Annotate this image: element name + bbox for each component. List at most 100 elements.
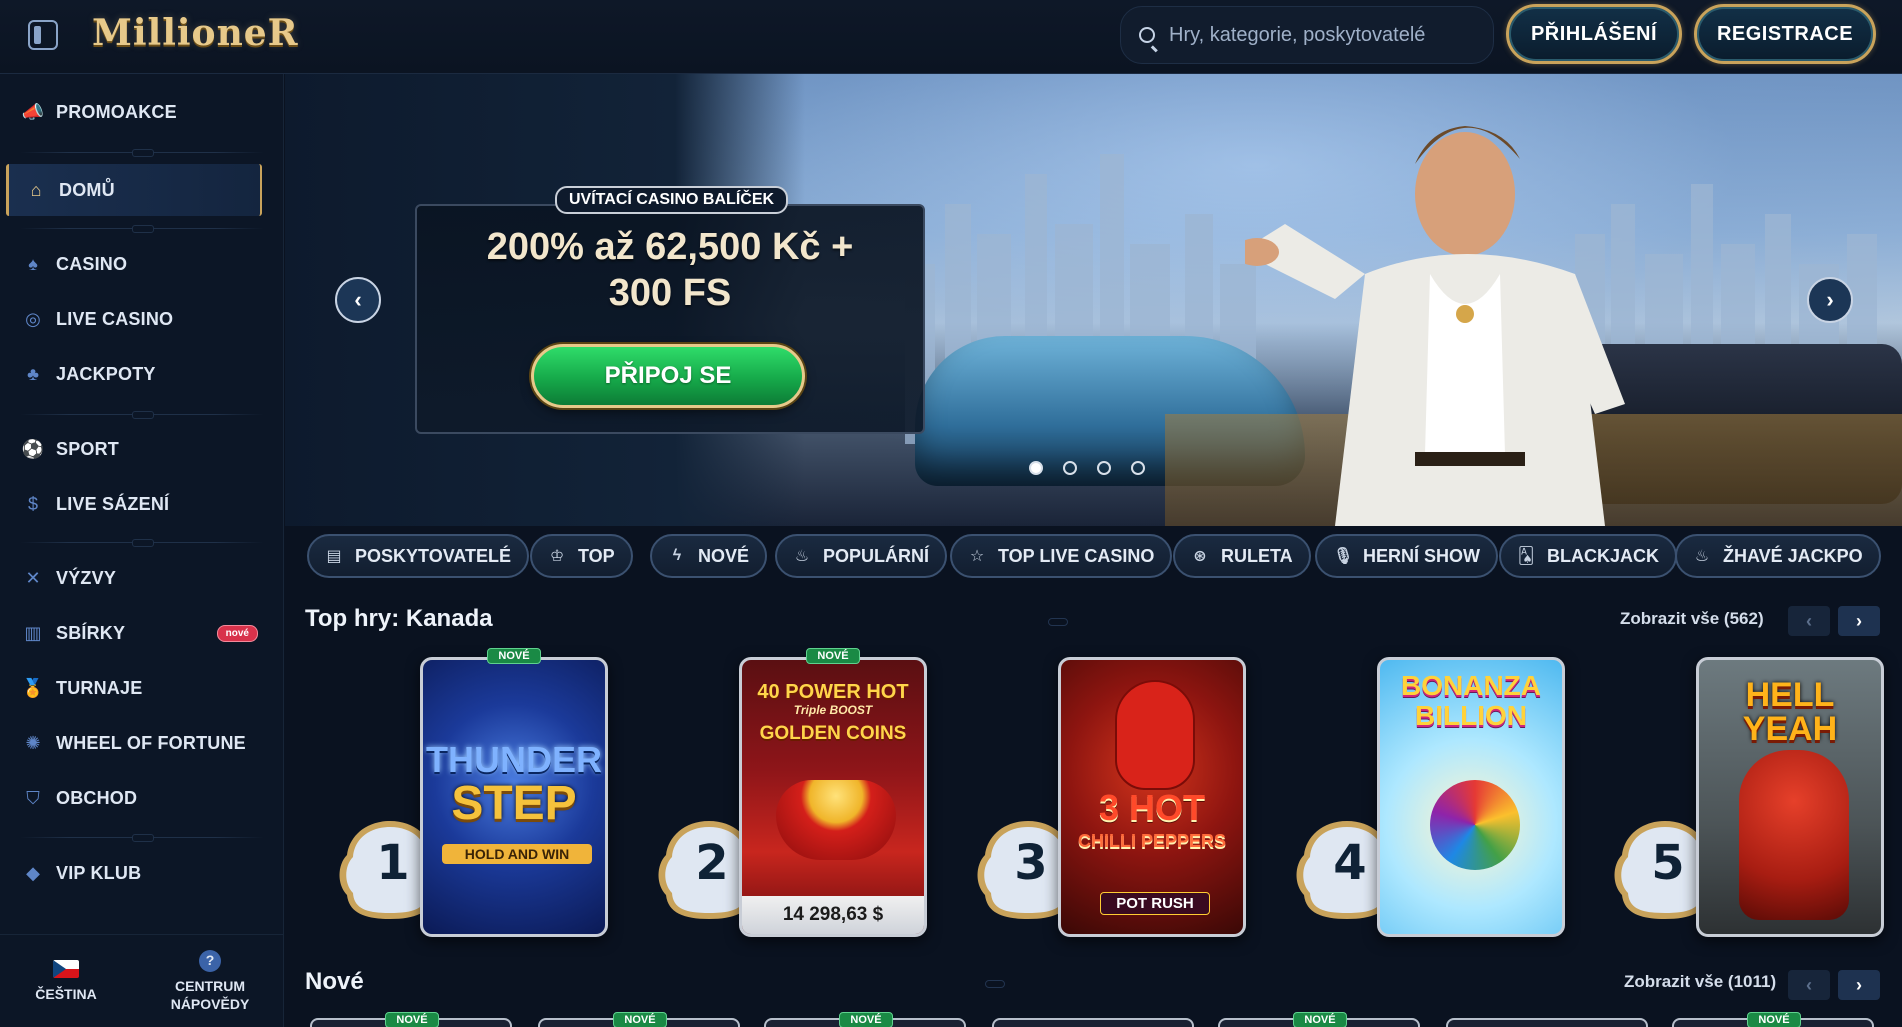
hero-prev-arrow-icon[interactable]: ‹ [335,277,381,323]
help-label-line2: NÁPOVĚDY [170,995,250,1012]
promo-title-line2: 300 FS [608,272,732,314]
hero-next-arrow-icon[interactable]: › [1807,277,1853,323]
game-title-line2: STEP [451,777,577,830]
new-tag: NOVÉ [1293,1012,1347,1027]
sidebar-item-vyzvy[interactable]: ✕ VÝZVY [22,552,262,604]
top-games-next-icon[interactable]: › [1838,606,1880,636]
slide-dot[interactable] [1097,461,1111,475]
top-bar: MillioneR PŘIHLÁŠENÍ REGISTRACE [0,0,1902,74]
sidebar-item-label: CASINO [56,253,128,274]
sidebar-item-casino[interactable]: ♠ CASINO [22,238,262,290]
category-label: POSKYTOVATELÉ [355,545,512,566]
promo-title: 200% až 62,500 Kč + 300 FS [415,224,925,316]
rank-number: 3 [1014,835,1048,891]
category-top-live-casino[interactable]: ☆ TOP LIVE CASINO [950,534,1173,578]
game-card-thunder-step[interactable]: THUNDER STEP HOLD AND WIN [420,657,608,937]
section-title-new-games: Nové [305,968,364,995]
sidebar-item-label: VÝZVY [56,567,117,588]
sidebar-item-sport[interactable]: ⚽ SPORT [22,423,262,475]
category-providers[interactable]: ▤ POSKYTOVATELÉ [307,534,530,578]
flame-icon: ♨ [794,548,810,565]
help-label-line1: CENTRUM [175,978,245,994]
category-top[interactable]: ♔ TOP [530,534,633,578]
game-card-3-hot-chilli-peppers[interactable]: 3 HOT CHILLI PEPPERS POT RUSH [1058,657,1246,937]
category-popular[interactable]: ♨ POPULÁRNÍ [775,534,948,578]
new-tag: NOVÉ [1747,1012,1801,1027]
game-title-line2: CHILLI PEPPERS [1077,831,1227,851]
sidebar-item-label: LIVE CASINO [56,308,174,329]
sidebar-item-obchod[interactable]: ⛉ OBCHOD [22,772,262,824]
category-label: HERNÍ SHOW [1363,545,1480,566]
game-title-line1: THUNDER [426,739,602,780]
game-card-bonanza-billion[interactable]: BONANZA BILLION [1377,657,1565,937]
candy-wheel-image [1430,780,1520,870]
soccer-ball-icon: ⚽ [21,439,45,459]
sidebar-item-domu[interactable]: ⌂ DOMŮ [6,164,262,216]
search-box[interactable] [1120,6,1494,64]
game-card-hell-yeah[interactable]: HELL YEAH [1696,657,1884,937]
sidebar-item-wheel-of-fortune[interactable]: ✺ WHEEL OF FORTUNE [22,717,262,769]
sidebar-item-vip-klub[interactable]: ◆ VIP KLUB [22,847,262,899]
game-title-line1: BONANZA [1401,670,1541,701]
new-games-prev-icon[interactable]: ‹ [1788,970,1830,1000]
language-label: ČEŠTINA [35,985,97,1002]
category-label: RULETA [1221,545,1293,566]
new-tag: NOVÉ [487,648,541,664]
game-title-line1: HELL YEAH [1742,676,1838,748]
category-blackjack[interactable]: 🂡 BLACKJACK [1499,534,1677,578]
category-label: TOP LIVE CASINO [998,545,1155,566]
sidebar-divider [20,225,264,233]
microphone-icon: 🎙 [1333,548,1354,565]
game-card-40-power-hot[interactable]: 40 POWER HOT Triple BOOST GOLDEN COINS 1… [739,657,927,937]
search-icon [1139,27,1155,43]
slide-dot[interactable] [1063,461,1077,475]
new-tag: NOVÉ [806,648,860,664]
sidebar-item-jackpoty[interactable]: ♣ JACKPOTY [22,348,262,400]
sidebar-item-sbirky[interactable]: ▥ SBÍRKY nové [22,607,262,659]
join-button[interactable]: PŘIPOJ SE [531,344,805,408]
language-selector[interactable]: ČEŠTINA [18,935,114,1027]
new-tag: NOVÉ [385,1012,439,1027]
view-all-top-games[interactable]: Zobrazit vše (562) [1620,609,1764,629]
rank-number: 2 [695,835,729,891]
section-divider [1048,618,1068,626]
new-game-card[interactable] [992,1018,1194,1027]
hero-banner[interactable]: UVÍTACÍ CASINO BALÍČEK 200% až 62,500 Kč… [285,74,1902,526]
sidebar-item-live-casino[interactable]: ◎ LIVE CASINO [22,293,262,345]
sidebar-toggle-icon[interactable] [28,20,58,50]
wheel-icon: ✺ [25,733,41,753]
game-title-line2: GOLDEN COINS [759,723,907,744]
view-all-new-games[interactable]: Zobrazit vše (1011) [1624,972,1776,992]
book-icon: ▤ [326,548,342,565]
category-hot-jackpots[interactable]: ♨ ŽHAVÉ JACKPO [1675,534,1881,578]
rank-number: 4 [1333,835,1367,891]
slide-dot[interactable] [1029,461,1043,475]
sidebar-item-label: VIP KLUB [56,862,142,883]
category-roulette[interactable]: ⊛ RULETA [1173,534,1311,578]
category-new[interactable]: ϟ NOVÉ [650,534,768,578]
register-button[interactable]: REGISTRACE [1694,4,1876,64]
new-games-next-icon[interactable]: › [1838,970,1880,1000]
category-game-show[interactable]: 🎙 HERNÍ SHOW [1315,534,1498,578]
sidebar-footer: ČEŠTINA ? CENTRUM NÁPOVĚDY [0,934,284,1027]
sidebar-divider [20,834,264,842]
help-center-button[interactable]: ? CENTRUM NÁPOVĚDY [144,935,276,1027]
slide-dot[interactable] [1131,461,1145,475]
new-game-card[interactable] [1446,1018,1648,1027]
game-subtitle: HOLD AND WIN [442,844,592,864]
diamond-icon: ◆ [26,863,40,883]
sidebar-item-turnaje[interactable]: 🏅 TURNAJE [22,662,262,714]
top-games-prev-icon[interactable]: ‹ [1788,606,1830,636]
section-title-top-games: Top hry: Kanada [305,605,493,632]
sidebar-item-promoakce[interactable]: 📣 PROMOAKCE [22,86,262,138]
site-logo[interactable]: MillioneR [92,12,299,56]
sidebar-item-live-sazeni[interactable]: $ LIVE SÁZENÍ [22,478,262,530]
promo-model-image [1245,126,1625,526]
search-input[interactable] [1169,23,1469,47]
login-button[interactable]: PŘIHLÁŠENÍ [1506,4,1682,64]
game-title-line1: 40 POWER HOT [757,681,909,703]
sidebar-divider [20,539,264,547]
roulette-icon: ⊛ [1193,548,1207,565]
spade-icon: ♠ [28,254,38,274]
basket-icon: ⛉ [26,788,40,808]
